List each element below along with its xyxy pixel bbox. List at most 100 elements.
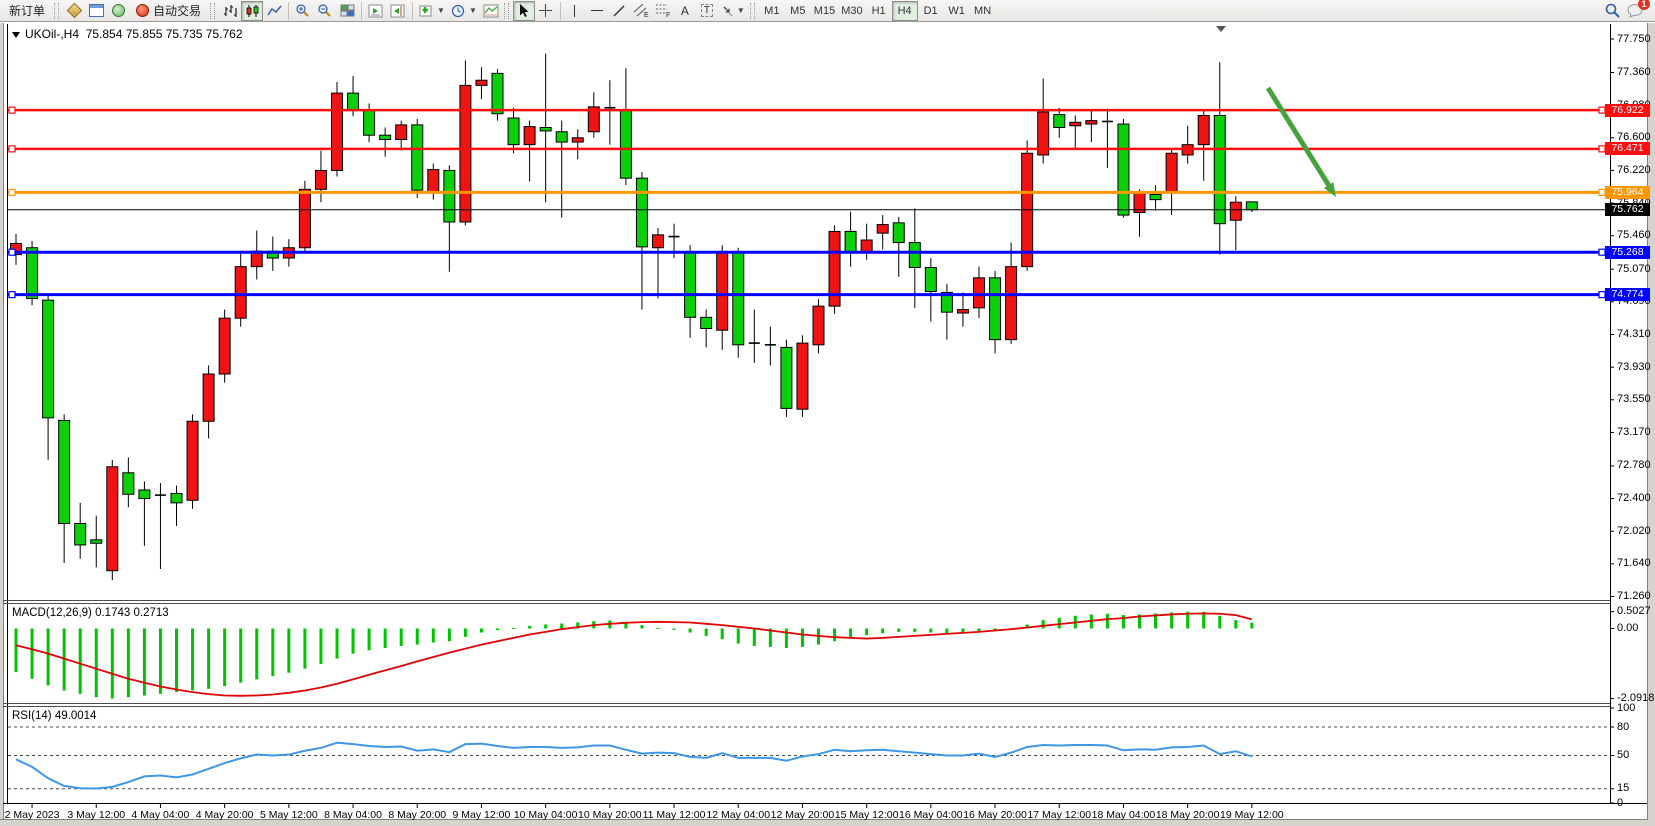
search-icon [1604,3,1621,19]
macd-histogram-bar [544,624,547,628]
chat-notification-badge: 1 [1638,0,1650,10]
chart-shift-marker[interactable] [1216,26,1226,32]
price-tick-label: 73.550 [1617,393,1651,405]
macd-histogram-bar [1042,620,1045,628]
dropdown-arrow-icon: ▼ [737,6,745,15]
data-window-icon [89,4,104,17]
candle-body [219,318,230,374]
periods-button[interactable]: ▼ [448,1,480,21]
candle-body [1086,121,1097,124]
new-order-button[interactable]: 新订单 [2,1,52,21]
candle-body [524,127,535,145]
crosshair-icon [538,3,553,18]
line-anchor[interactable] [9,146,15,152]
chart-canvas[interactable] [0,23,1655,826]
text-label-button[interactable]: T [696,1,718,21]
timeframe-h1-button[interactable]: H1 [866,1,892,21]
price-tick-label: 77.360 [1617,66,1651,78]
candle-body [620,110,631,178]
toolbar-grip[interactable] [210,3,215,19]
macd-histogram-bar [640,625,643,628]
chart-area[interactable]: UKOil-,H4 75.854 75.855 75.735 75.762 MA… [0,23,1655,826]
chart-shift-button[interactable] [387,1,409,21]
macd-histogram-bar [352,629,355,654]
candle-body [27,248,38,299]
timeframe-m1-button[interactable]: M1 [759,1,785,21]
dropdown-arrow-icon: ▼ [437,6,445,15]
macd-histogram-bar [897,629,900,632]
horizontal-line-button[interactable] [586,1,608,21]
timeframe-mn-button[interactable]: MN [970,1,996,21]
channel-button[interactable]: E [630,1,652,21]
candle-body [91,540,102,543]
candlestick-chart-icon [245,4,260,18]
macd-histogram-bar [737,629,740,644]
horizontal-line-icon [591,10,603,11]
price-tick-label: 76.220 [1617,164,1651,176]
timeframe-group: M1M5M15M30H1H4D1W1MN [759,1,996,21]
zoom-in-button[interactable] [292,1,314,21]
macd-histogram-bar [689,629,692,633]
timeframe-w1-button[interactable]: W1 [944,1,970,21]
timeframe-m30-button[interactable]: M30 [838,1,865,21]
trend-arrow-annotation[interactable] [1268,88,1331,188]
timeframe-d1-button[interactable]: D1 [918,1,944,21]
candle-body [540,127,551,130]
indicators-icon [419,4,435,18]
candle-body [1246,202,1257,210]
svg-text:F: F [666,12,670,18]
candle-body [348,93,359,110]
autotrade-label: 自动交易 [153,2,201,19]
candle-body [572,138,583,142]
macd-histogram-bar [95,629,98,698]
symbol-dropdown-icon[interactable] [12,32,20,38]
charts-profile-button[interactable] [63,1,85,21]
zoom-out-button[interactable] [314,1,336,21]
autotrade-button[interactable]: 自动交易 [129,1,208,21]
arrows-button[interactable]: ▼ [718,1,748,21]
toolbar-grip[interactable] [750,3,755,19]
macd-histogram-bar [673,629,676,630]
search-button[interactable] [1601,1,1624,21]
line-anchor[interactable] [9,292,15,298]
timeframe-m5-button[interactable]: M5 [785,1,811,21]
line-chart-icon [267,4,282,18]
macd-histogram-bar [191,629,194,691]
cursor-button[interactable] [513,1,535,21]
line-anchor[interactable] [9,189,15,195]
templates-button[interactable] [480,1,502,21]
periods-icon [451,4,467,18]
fibonacci-button[interactable]: F [652,1,674,21]
candle-body [332,93,343,170]
market-sonar-button[interactable] [107,1,129,21]
time-tick-label: 19 May 12:00 [1207,809,1297,821]
toolbar-grip[interactable] [54,3,59,19]
indicators-button[interactable]: ▼ [416,1,448,21]
vertical-line-button[interactable] [564,1,586,21]
macd-histogram-bar [143,629,146,696]
candle-body [636,178,647,247]
candlestick-chart-button[interactable] [241,1,263,21]
crosshair-button[interactable] [535,1,557,21]
bar-chart-button[interactable] [219,1,241,21]
text-button[interactable]: A [674,1,696,21]
line-chart-button[interactable] [263,1,285,21]
candle-body [556,132,567,142]
price-badge-75.762: 75.762 [1605,203,1650,216]
macd-histogram-bar [416,629,419,645]
timeframe-m15-button[interactable]: M15 [811,1,838,21]
auto-scroll-button[interactable] [365,1,387,21]
macd-histogram-bar [512,628,515,629]
candle-body [364,110,375,135]
line-anchor[interactable] [9,249,15,255]
candle-body [59,420,70,523]
trendline-button[interactable] [608,1,630,21]
chat-button[interactable]: 1 [1624,1,1647,21]
tile-windows-button[interactable] [336,1,358,21]
toolbar-grip[interactable] [504,3,509,19]
timeframe-h4-button[interactable]: H4 [892,1,918,21]
data-window-button[interactable] [85,1,107,21]
line-anchor[interactable] [9,107,15,113]
candle-doji [155,494,166,496]
macd-histogram-bar [1250,623,1253,629]
